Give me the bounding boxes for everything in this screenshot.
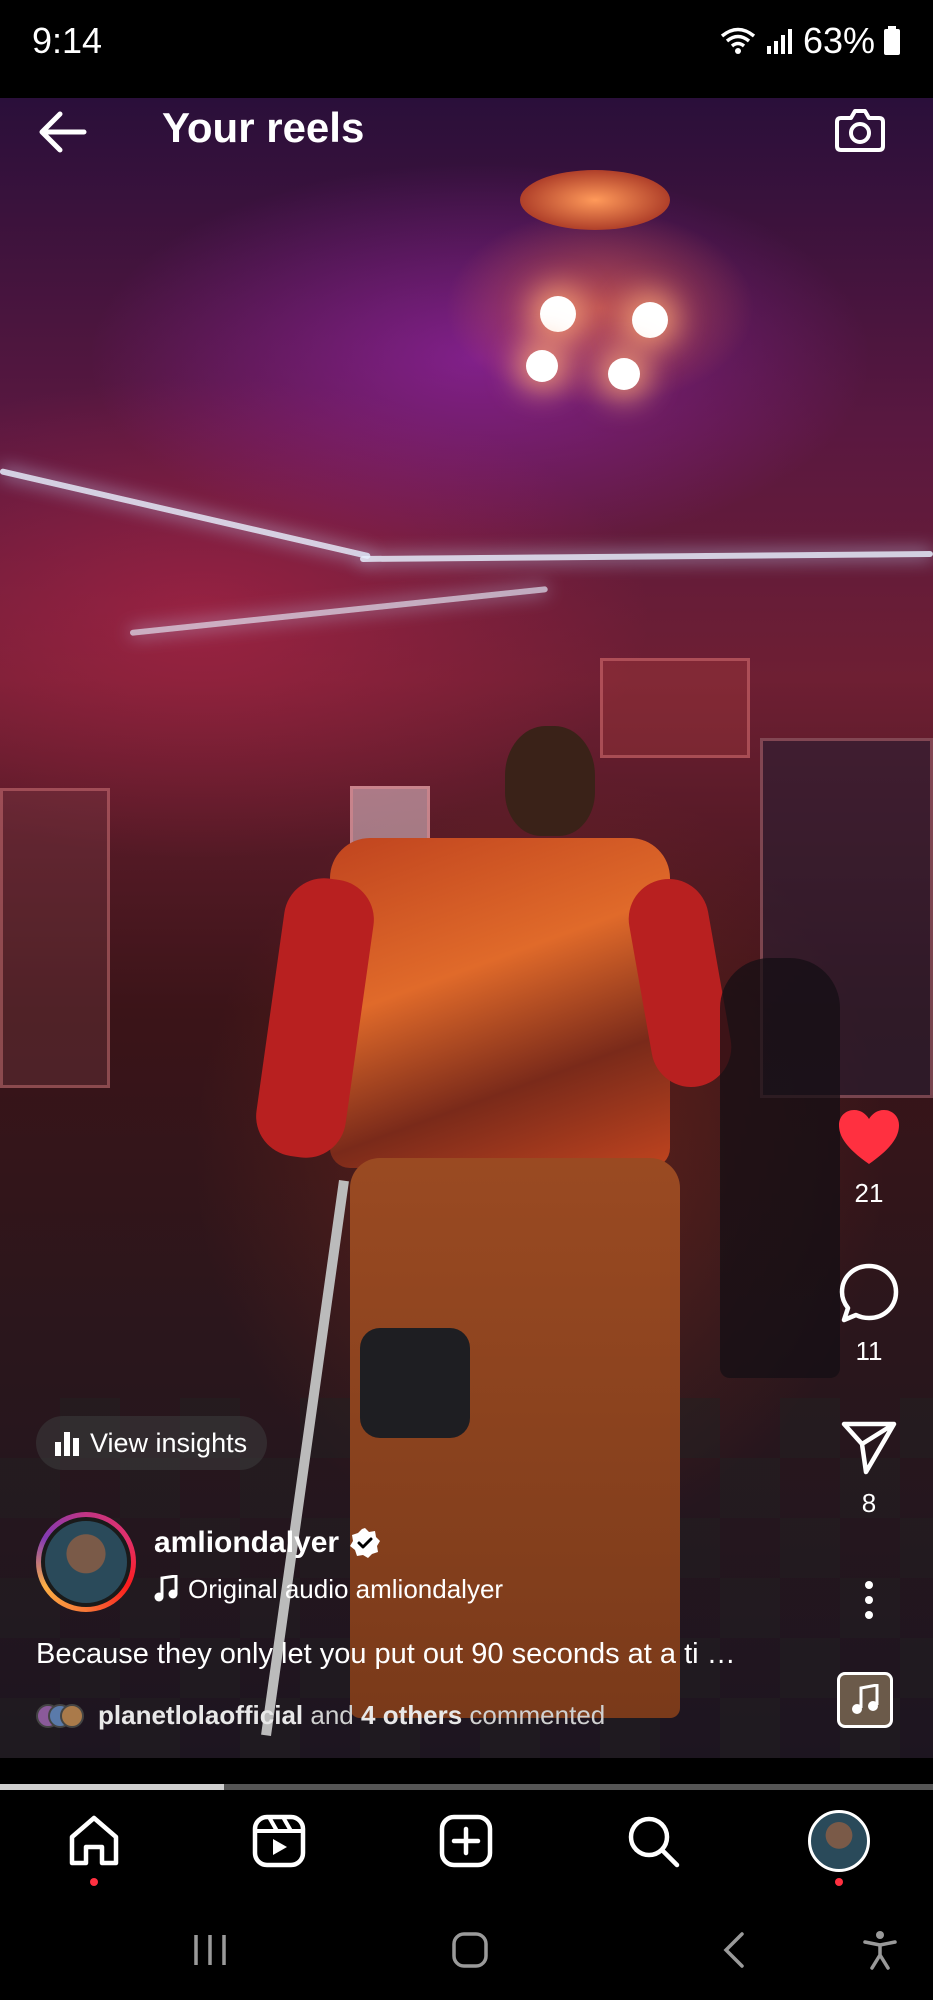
recent-apps-icon[interactable]: [190, 1932, 230, 1968]
lamp-bulb: [632, 302, 668, 338]
accessibility-icon[interactable]: [862, 1930, 898, 1970]
comment-icon[interactable]: [838, 1262, 900, 1324]
wall-panel: [0, 788, 110, 1088]
ceiling-light-strip: [359, 550, 933, 562]
comment-and: and: [310, 1700, 354, 1730]
reel-video[interactable]: [0, 98, 933, 1758]
battery-icon: [884, 26, 900, 55]
music-note-icon: [154, 1575, 178, 1602]
view-insights-label: View insights: [90, 1427, 248, 1458]
back-chevron-icon[interactable]: [720, 1930, 748, 1970]
author-username[interactable]: amliondalyer: [154, 1526, 339, 1560]
lamp-bulb: [608, 358, 640, 390]
lamp-bulb: [526, 350, 558, 382]
view-insights-button[interactable]: View insights: [36, 1416, 268, 1470]
share-button[interactable]: 8: [831, 1418, 907, 1519]
ceiling-light-strip: [129, 586, 549, 636]
ceiling-lamp: [520, 170, 670, 230]
audio-text: Original audio amliondalyer: [188, 1573, 504, 1604]
more-options-button[interactable]: [831, 1580, 907, 1620]
nav-reels[interactable]: [248, 1810, 310, 1872]
page-title: Your reels: [162, 104, 365, 151]
other-commenters: 4 others: [361, 1700, 463, 1730]
heart-icon[interactable]: [837, 1108, 901, 1166]
share-count: 8: [861, 1488, 877, 1518]
audio-thumbnail-button[interactable]: [837, 1672, 893, 1728]
accessibility-button[interactable]: [858, 1930, 902, 1970]
search-icon[interactable]: [625, 1813, 681, 1869]
status-icons: 63%: [719, 20, 901, 62]
author-avatar[interactable]: [36, 1512, 136, 1612]
nav-profile[interactable]: [808, 1810, 870, 1886]
battery-percent: 63%: [802, 20, 875, 61]
author-username-row[interactable]: amliondalyer: [154, 1526, 381, 1560]
reel-caption[interactable]: Because they only let you put out 90 sec…: [36, 1638, 796, 1671]
back-system-button[interactable]: [714, 1930, 754, 1970]
camera-icon[interactable]: [833, 102, 887, 156]
recent-apps-button[interactable]: [186, 1930, 234, 1970]
status-time: 9:14: [32, 20, 103, 61]
send-icon[interactable]: [840, 1418, 898, 1476]
home-icon[interactable]: [66, 1813, 122, 1869]
bar-chart-icon: [55, 1432, 79, 1456]
reels-icon[interactable]: [251, 1813, 307, 1869]
notification-dot: [90, 1878, 98, 1886]
nav-create[interactable]: [435, 1810, 497, 1872]
comment-summary[interactable]: planetlolaofficial and 4 others commente…: [36, 1700, 605, 1731]
home-circle-icon[interactable]: [450, 1930, 490, 1970]
commenter-avatars: [36, 1703, 84, 1728]
original-audio-link[interactable]: Original audio amliondalyer: [154, 1572, 504, 1606]
status-bar: 9:14 63%: [0, 0, 933, 98]
nav-search[interactable]: [622, 1810, 684, 1872]
background-person: [720, 958, 840, 1378]
create-icon[interactable]: [438, 1813, 494, 1869]
dancer-pants: [350, 1158, 680, 1718]
knee-brace: [360, 1328, 470, 1438]
commenter-avatar: [60, 1703, 84, 1728]
lamp-bulb: [540, 296, 576, 332]
notification-dot: [835, 1878, 843, 1886]
like-count: 21: [854, 1178, 884, 1208]
verified-icon: [350, 1528, 381, 1558]
home-system-button[interactable]: [448, 1930, 492, 1970]
music-note-icon: [852, 1684, 879, 1714]
wifi-icon: [720, 27, 756, 54]
comment-suffix: commented: [469, 1700, 606, 1730]
dancer-shirt: [330, 838, 670, 1168]
dancer-head: [505, 726, 595, 836]
ceiling-light-strip: [0, 468, 371, 560]
wall-panel: [600, 658, 750, 758]
signal-icon: [766, 29, 792, 54]
comment-button[interactable]: 11: [831, 1262, 907, 1367]
profile-avatar[interactable]: [808, 1810, 870, 1872]
nav-home[interactable]: [63, 1810, 125, 1886]
comment-count: 11: [855, 1336, 883, 1366]
more-vertical-icon[interactable]: [863, 1580, 875, 1620]
system-navigation-bar: [0, 1900, 933, 2000]
bottom-navigation: [0, 1790, 933, 1900]
commenter-name: planetlolaofficial: [98, 1700, 304, 1730]
like-button[interactable]: 21: [831, 1108, 907, 1209]
back-arrow-icon[interactable]: [34, 104, 90, 160]
